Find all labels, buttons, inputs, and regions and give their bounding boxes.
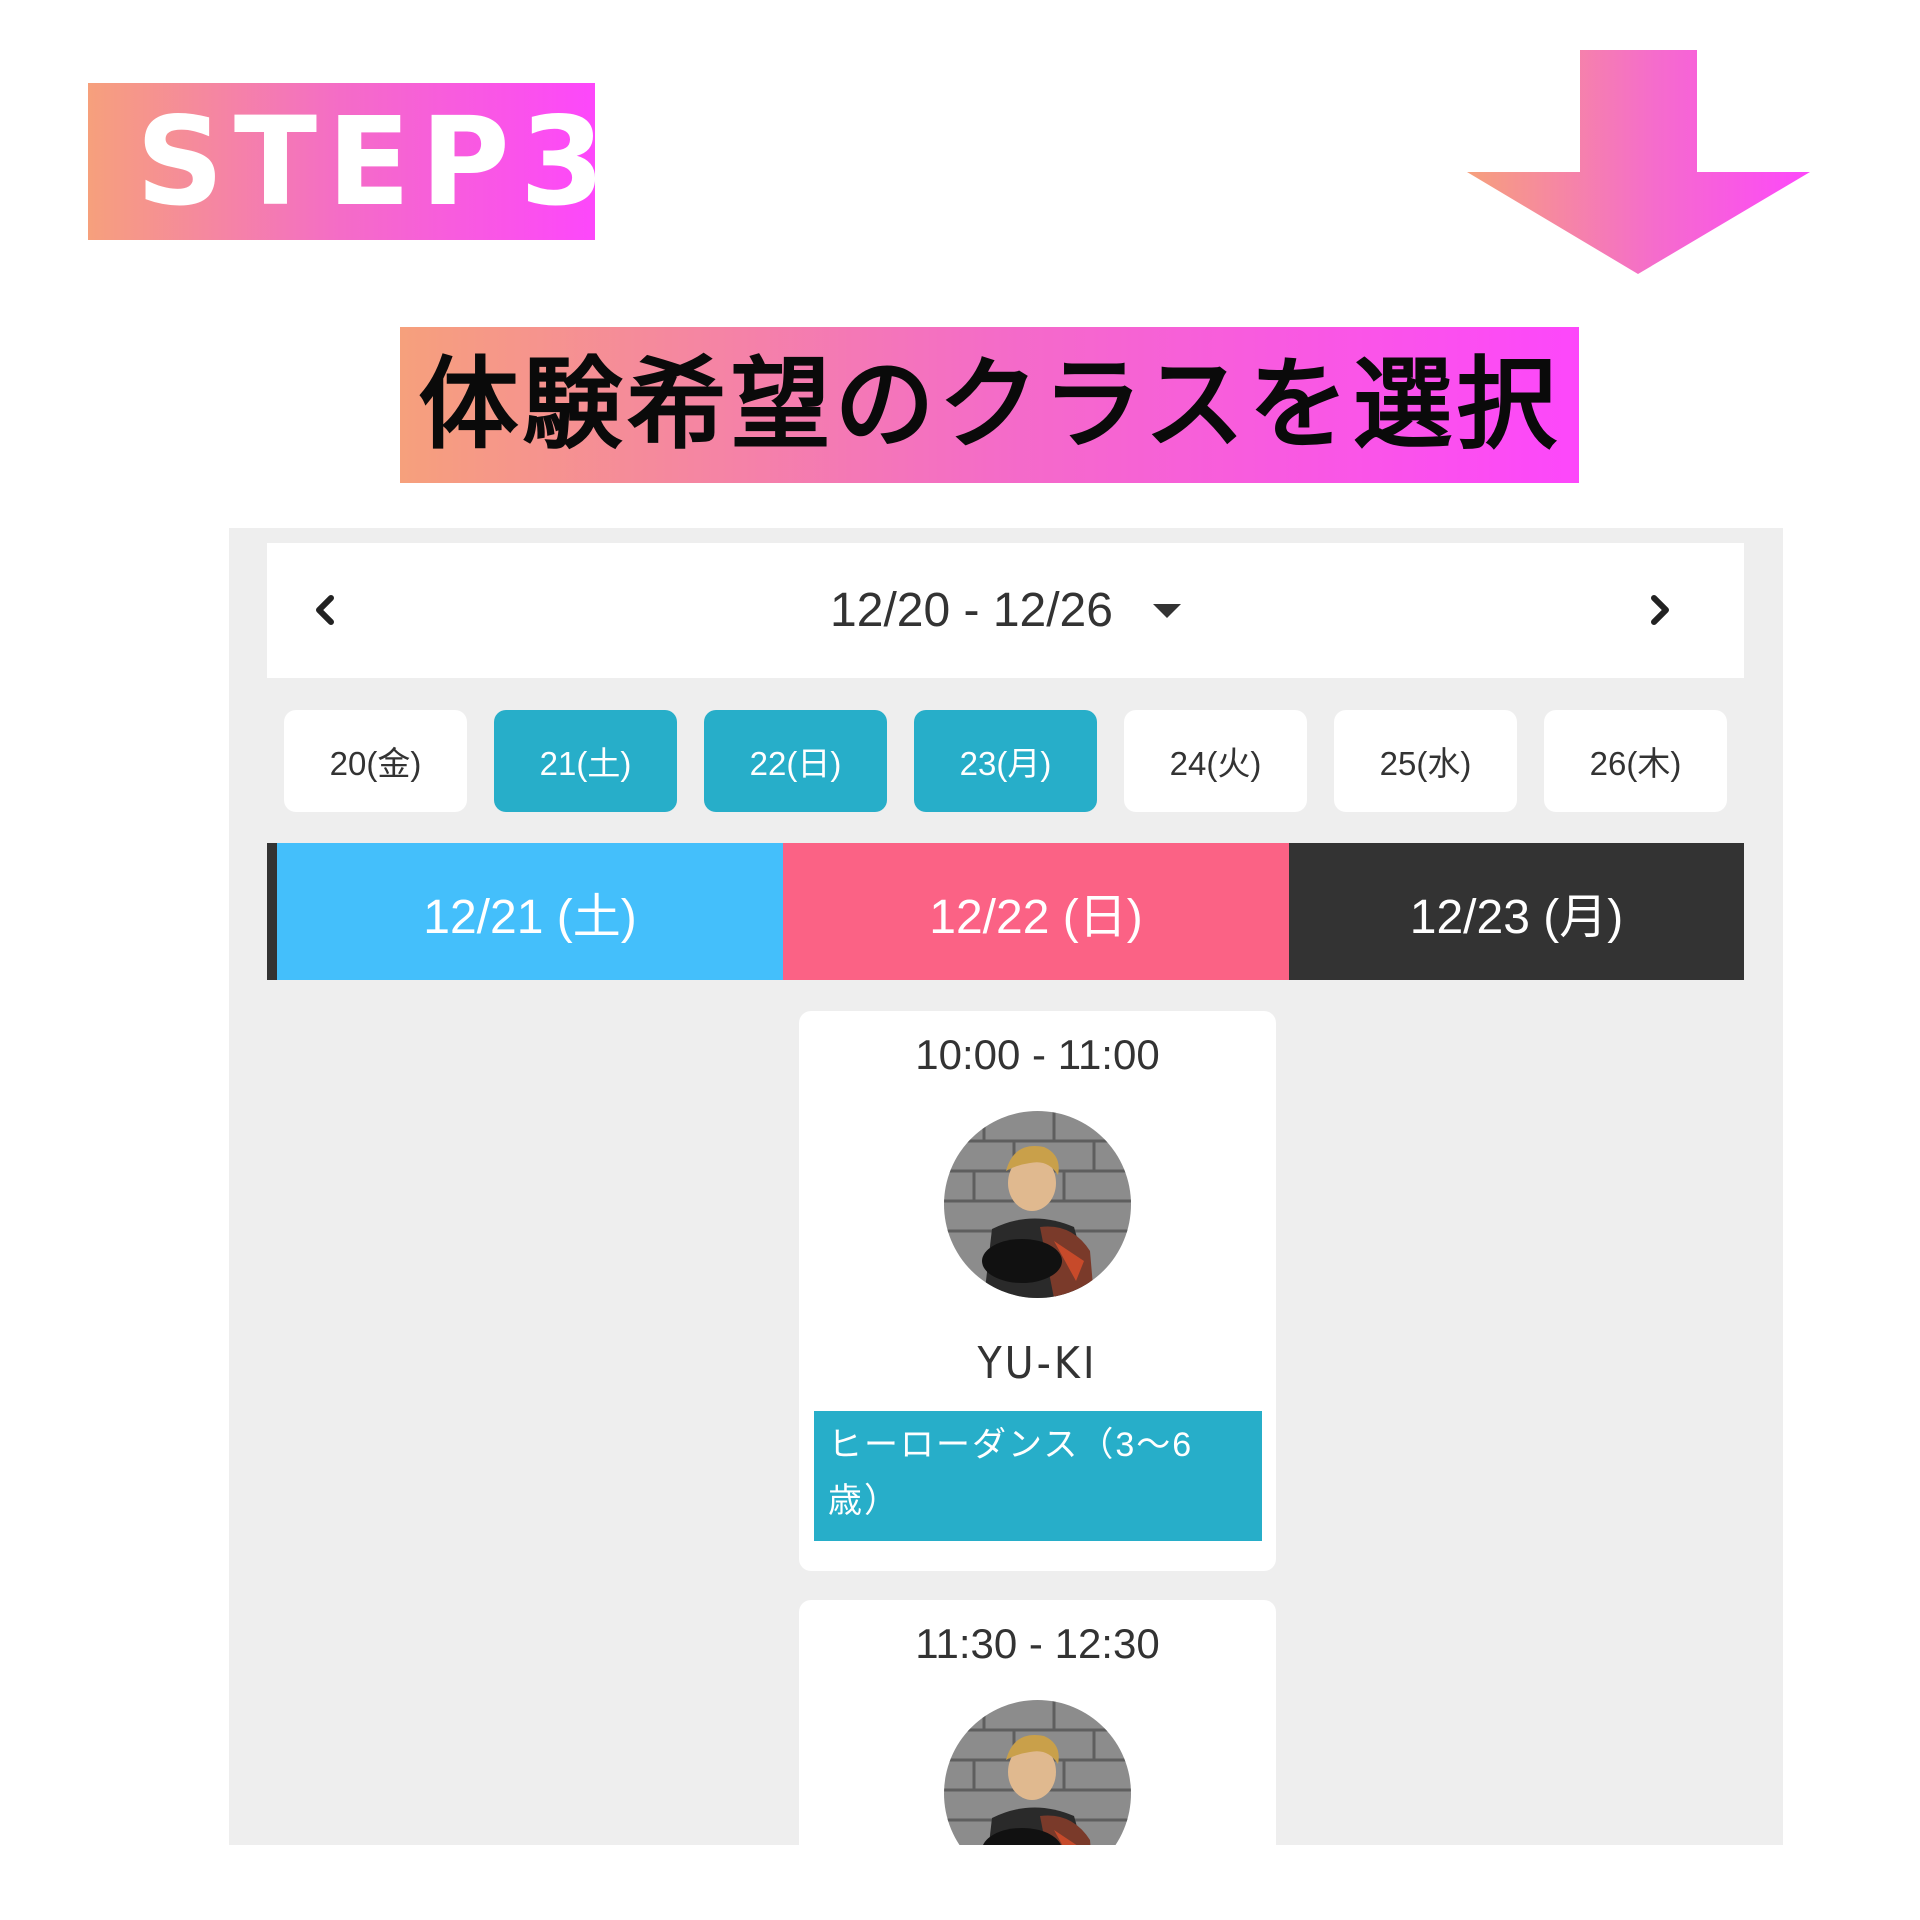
date-header-1221: 12/21 (土) (277, 843, 783, 980)
week-navigator: 12/20 - 12/26 (267, 543, 1744, 678)
heading-text: 体験希望のクラスを選択 (418, 346, 1561, 463)
instructor-avatar (944, 1700, 1131, 1845)
day-button-23[interactable]: 23(月) (914, 710, 1097, 812)
week-range-dropdown[interactable]: 12/20 - 12/26 (267, 543, 1744, 678)
date-header-1223: 12/23 (月) (1289, 843, 1744, 980)
day-button-24[interactable]: 24(火) (1124, 710, 1307, 812)
section-heading: 体験希望のクラスを選択 (400, 327, 1579, 483)
day-button-26[interactable]: 26(木) (1544, 710, 1727, 812)
day-button-25[interactable]: 25(水) (1334, 710, 1517, 812)
day-selector: 20(金) 21(土) 22(日) 23(月) 24(火) 25(水) 26(木… (284, 710, 1727, 812)
next-week-button[interactable] (1635, 585, 1685, 635)
instructor-name: YU-KI (977, 1338, 1098, 1389)
day-button-21[interactable]: 21(土) (494, 710, 677, 812)
step-label: STEP3 (136, 90, 615, 233)
class-title-button[interactable]: ヒーローダンス（3〜6歳） (814, 1411, 1262, 1541)
schedule-panel: 12/20 - 12/26 20(金) 21(土) 22(日) 23(月) 24… (229, 528, 1783, 1845)
header-edge (267, 843, 277, 980)
date-header-row: 12/21 (土) 12/22 (日) 12/23 (月) (267, 843, 1744, 980)
class-time: 10:00 - 11:00 (915, 1031, 1160, 1078)
class-card[interactable]: 11:30 - 12:30 (799, 1600, 1276, 1845)
date-header-1222: 12/22 (日) (783, 843, 1289, 980)
week-range-label: 12/20 - 12/26 (830, 584, 1113, 637)
class-time: 11:30 - 12:30 (915, 1620, 1160, 1667)
arrow-down-icon (1467, 50, 1810, 274)
caret-down-icon (1152, 603, 1181, 618)
chevron-right-icon (1651, 595, 1669, 625)
class-card[interactable]: 10:00 - 11:00 YU-KI ヒーローダンス（3〜6歳） (799, 1011, 1276, 1571)
instructor-photo-icon (944, 1700, 1131, 1845)
instructor-avatar (944, 1111, 1131, 1298)
instructor-photo-icon (944, 1111, 1131, 1298)
day-button-20[interactable]: 20(金) (284, 710, 467, 812)
day-button-22[interactable]: 22(日) (704, 710, 887, 812)
step-badge: STEP3 (88, 83, 605, 240)
